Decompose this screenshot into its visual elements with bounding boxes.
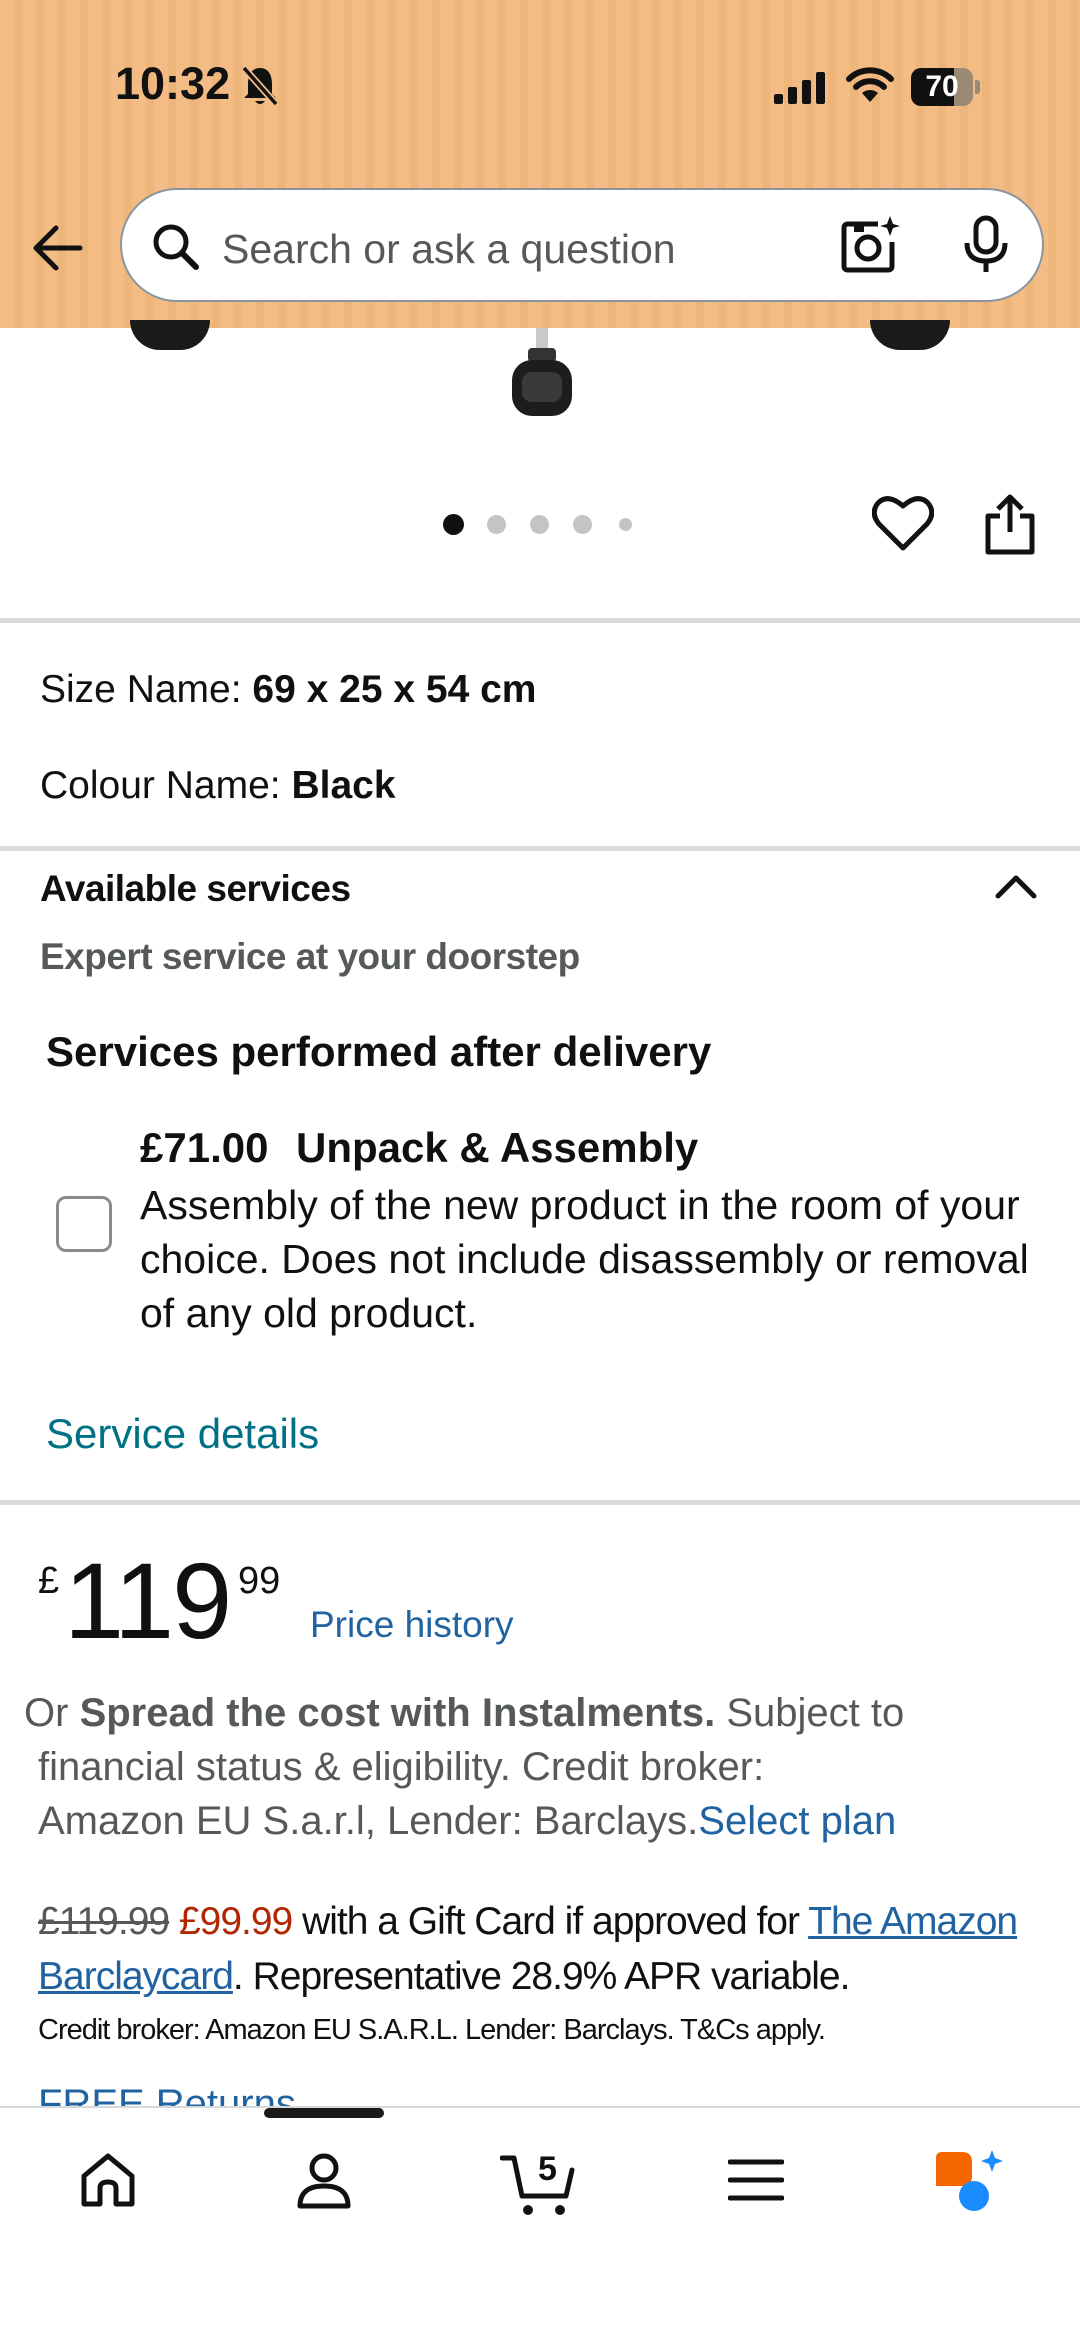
wishlist-heart-icon[interactable] xyxy=(871,494,935,557)
select-plan-link[interactable]: Select plan xyxy=(698,1799,896,1843)
gift-card-price: £99.99 xyxy=(178,1900,293,1943)
product-image-wheel xyxy=(130,320,210,350)
battery-percent: 70 xyxy=(925,70,959,103)
product-image-wheel xyxy=(870,320,950,350)
size-label: Size Name: xyxy=(40,668,242,711)
carousel-dot[interactable] xyxy=(443,514,464,535)
colour-row[interactable]: Colour Name: Black xyxy=(40,764,396,808)
nav-drag-handle[interactable] xyxy=(264,2108,384,2118)
size-value: 69 x 25 x 54 cm xyxy=(252,668,537,711)
bottom-navigation xyxy=(0,2106,1080,2350)
back-arrow-icon[interactable] xyxy=(30,220,86,281)
divider xyxy=(0,846,1080,851)
carousel-dot[interactable] xyxy=(487,515,506,534)
rufus-ai-icon[interactable] xyxy=(932,2148,1006,2223)
credit-fine-print: Credit broker: Amazon EU S.A.R.L. Lender… xyxy=(38,2014,826,2046)
cell-signal-icon xyxy=(774,72,828,109)
instalments-bold: Spread the cost with Instalments. xyxy=(79,1691,716,1735)
assembly-name: Unpack & Assembly xyxy=(296,1124,699,1171)
divider xyxy=(0,618,1080,623)
price-history-link[interactable]: Price history xyxy=(310,1604,514,1646)
instalments-line-1: Or Spread the cost with Instalments. Sub… xyxy=(24,1691,905,1735)
carousel-dot[interactable] xyxy=(573,515,592,534)
price-currency: £ xyxy=(38,1560,60,1602)
services-subtitle: Expert service at your doorstep xyxy=(40,936,580,977)
size-row[interactable]: Size Name: 69 x 25 x 54 cm xyxy=(40,668,537,712)
search-input[interactable]: Search or ask a question xyxy=(222,226,676,273)
instalments-line-2: financial status & eligibility. Credit b… xyxy=(38,1745,765,1789)
instalments-line-3: Amazon EU S.a.r.l, Lender: Barclays.Sele… xyxy=(38,1799,897,1843)
services-title[interactable]: Available services xyxy=(40,868,351,910)
services-section-heading: Services performed after delivery xyxy=(46,1028,712,1075)
colour-label: Colour Name: xyxy=(40,764,281,807)
gift-card-offer: £119.99 £99.99 with a Gift Card if appro… xyxy=(38,1900,1018,1998)
product-image-caster[interactable] xyxy=(510,328,574,425)
price-whole: 119 xyxy=(64,1540,232,1661)
share-icon[interactable] xyxy=(984,494,1036,561)
account-icon[interactable] xyxy=(292,2148,356,2217)
price-fraction: 99 xyxy=(238,1560,281,1602)
old-price: £119.99 xyxy=(38,1900,170,1943)
carousel-dot[interactable] xyxy=(619,518,632,531)
assembly-description: Assembly of the new product in the room … xyxy=(140,1182,1029,1336)
home-icon[interactable] xyxy=(76,2148,140,2217)
assembly-price: £71.00 xyxy=(140,1124,269,1171)
microphone-icon[interactable] xyxy=(960,215,1012,280)
menu-icon[interactable] xyxy=(727,2148,785,2217)
colour-value: Black xyxy=(291,764,396,807)
search-icon xyxy=(150,221,202,278)
battery-indicator: 70 xyxy=(911,68,981,106)
divider xyxy=(0,1500,1080,1505)
search-bar[interactable]: Search or ask a question xyxy=(120,188,1044,302)
carousel-dot[interactable] xyxy=(530,515,549,534)
camera-lens-icon[interactable] xyxy=(840,216,900,281)
assembly-checkbox[interactable] xyxy=(56,1196,112,1252)
service-details-link[interactable]: Service details xyxy=(46,1410,319,1458)
status-time: 10:32 xyxy=(115,58,231,109)
chevron-up-icon[interactable] xyxy=(992,870,1040,907)
wifi-icon xyxy=(846,66,894,109)
cart-count: 5 xyxy=(538,2150,557,2188)
silent-bell-icon xyxy=(240,64,280,113)
